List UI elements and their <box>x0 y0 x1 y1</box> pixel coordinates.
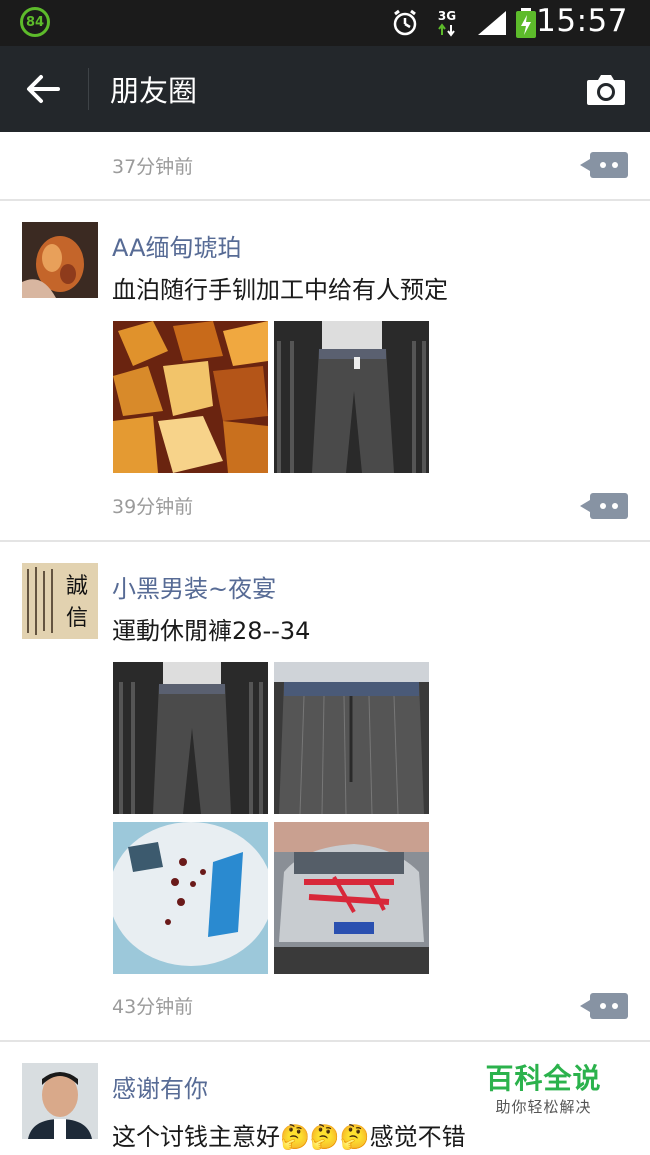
post-timestamp: 37分钟前 <box>112 156 194 178</box>
dot <box>612 503 618 509</box>
alarm-icon <box>390 0 420 46</box>
dot <box>600 1003 606 1009</box>
avatar[interactable] <box>22 1063 98 1139</box>
signal-strength-icon <box>476 0 508 46</box>
post-content: 这个讨钱主意好🤔🤔🤔感觉不错 <box>112 1123 466 1151</box>
post-author-name[interactable]: 小黑男装~夜宴 <box>112 569 276 604</box>
arrow-left-icon <box>27 75 60 103</box>
clock-time: 15:57 <box>536 3 628 39</box>
watermark-title: 百科全说 <box>485 1062 602 1095</box>
pants-rack-image[interactable] <box>274 321 429 473</box>
post-divider <box>0 199 650 201</box>
dot <box>600 162 606 168</box>
car-graffiti-image[interactable] <box>274 822 429 974</box>
network-label: 3G <box>437 9 457 23</box>
watermark-subtitle: 助你轻松解决 <box>495 1098 592 1116</box>
bowl-blue-paper-image[interactable] <box>113 822 268 974</box>
avatar-char: 誠 <box>66 574 88 599</box>
dot <box>600 503 606 509</box>
watermark-logo: 百科全说 助你轻松解决 <box>462 1050 625 1130</box>
post-author-name[interactable]: 感谢有你 <box>112 1069 208 1104</box>
avatar-char: 信 <box>66 606 88 631</box>
comment-button[interactable] <box>580 152 628 178</box>
dot <box>612 162 618 168</box>
post-timestamp: 43分钟前 <box>112 996 194 1018</box>
post-divider <box>0 1040 650 1042</box>
camera-button[interactable] <box>578 62 634 118</box>
moments-feed[interactable]: 37分钟前 AA缅甸琥珀 血泊随行手钏加工中给有人预定 39分钟前 誠 信 小黑… <box>0 132 650 1155</box>
post-author-name[interactable]: AA缅甸琥珀 <box>112 228 242 263</box>
post-timestamp: 39分钟前 <box>112 496 194 518</box>
camera-icon <box>587 75 625 105</box>
nav-divider <box>88 68 89 110</box>
post-content: 運動休閒褲28--34 <box>112 617 311 645</box>
status-bar: 84 3G 15:57 <box>0 0 650 46</box>
back-button[interactable] <box>14 60 72 118</box>
post-content: 血泊随行手钏加工中给有人预定 <box>112 276 448 304</box>
comment-button[interactable] <box>580 993 628 1019</box>
top-navigation-bar: 朋友圈 <box>0 46 650 132</box>
post-divider <box>0 540 650 542</box>
battery-level-text: 84 <box>25 14 45 30</box>
dot <box>612 1003 618 1009</box>
amber-stones-image[interactable] <box>113 321 268 473</box>
battery-icon <box>514 0 538 46</box>
battery-level-badge: 84 <box>20 7 50 37</box>
pants-front-image[interactable] <box>113 662 268 814</box>
avatar[interactable] <box>22 222 98 298</box>
pants-closeup-image[interactable] <box>274 662 429 814</box>
avatar[interactable]: 誠 信 <box>22 563 98 639</box>
comment-button[interactable] <box>580 493 628 519</box>
network-3g-icon: 3G <box>437 0 457 46</box>
page-title: 朋友圈 <box>110 74 198 108</box>
